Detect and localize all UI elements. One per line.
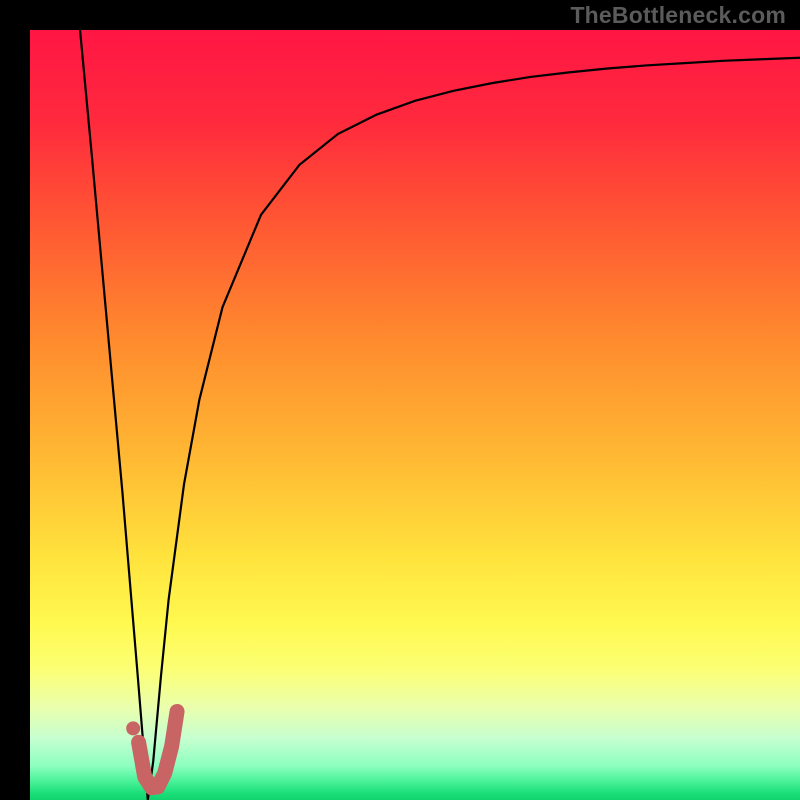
plot-area (30, 30, 800, 800)
hook-marker-dot (126, 721, 140, 735)
gradient-background (30, 30, 800, 800)
bottleneck-chart-svg (30, 30, 800, 800)
watermark-text: TheBottleneck.com (570, 2, 786, 29)
